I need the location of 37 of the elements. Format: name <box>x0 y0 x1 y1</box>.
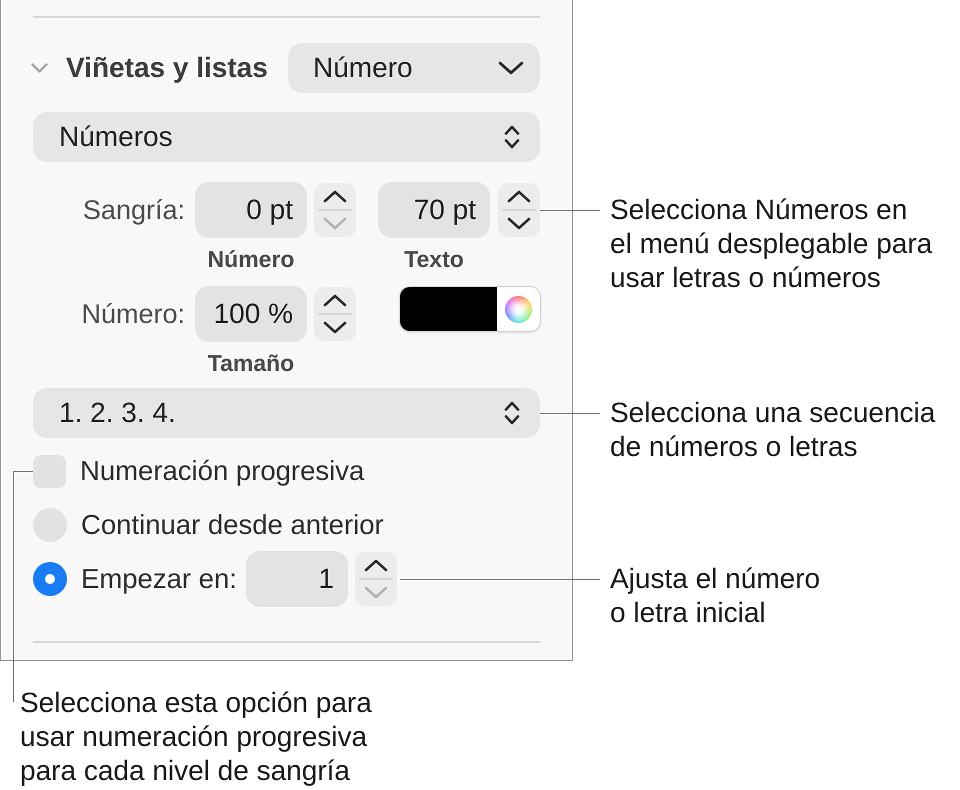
field-caption: Texto <box>404 246 464 273</box>
dropdown-button[interactable]: Número <box>288 43 540 93</box>
stepper[interactable] <box>314 287 356 341</box>
number-field[interactable]: 70 pt <box>378 182 490 238</box>
stepper[interactable] <box>498 183 540 237</box>
sequence-select[interactable]: 1. 2. 3. 4. <box>33 388 540 438</box>
stepper[interactable] <box>354 552 397 606</box>
option-label: Empezar en: <box>81 563 237 595</box>
up-down-chevron-icon <box>504 400 520 426</box>
field-caption: Tamaño <box>208 350 294 377</box>
checkbox[interactable] <box>33 454 66 488</box>
number-field[interactable]: 100 % <box>195 286 307 342</box>
option-label: Numeración progresiva <box>80 455 364 487</box>
chevron-up-icon <box>507 190 531 204</box>
chevron-down-icon <box>498 61 524 75</box>
radio-button[interactable] <box>33 562 67 596</box>
field-label: Número: <box>81 298 186 330</box>
callout-text: Selecciona Números en el menú desplegable para usar letras o números <box>610 193 932 295</box>
leader-line <box>540 412 600 414</box>
callout-text: Selecciona una secuencia de números o letras <box>610 396 936 464</box>
stepper[interactable] <box>314 183 356 237</box>
field-label: Sangría: <box>82 194 186 226</box>
option-label: Continuar desde anterior <box>81 509 384 541</box>
chevron-up-icon <box>323 190 347 204</box>
number-field[interactable]: 0 pt <box>195 182 307 238</box>
section-title: Viñetas y listas <box>66 52 268 84</box>
color-well[interactable] <box>400 287 540 331</box>
leader-line <box>540 210 600 211</box>
number-field[interactable]: 1 <box>246 551 348 607</box>
callout-text: Ajusta el número o letra inicial <box>610 562 820 630</box>
list-type-select[interactable]: Números <box>33 112 540 162</box>
up-down-chevron-icon <box>504 124 520 150</box>
color-wheel-icon[interactable] <box>505 296 532 322</box>
field-caption: Número <box>208 246 294 273</box>
chevron-up-icon <box>364 559 388 572</box>
callout-text: Selecciona esta opción para usar numeración progresiva para cada nivel de sangría <box>20 686 372 788</box>
chevron-up-icon <box>323 294 347 308</box>
